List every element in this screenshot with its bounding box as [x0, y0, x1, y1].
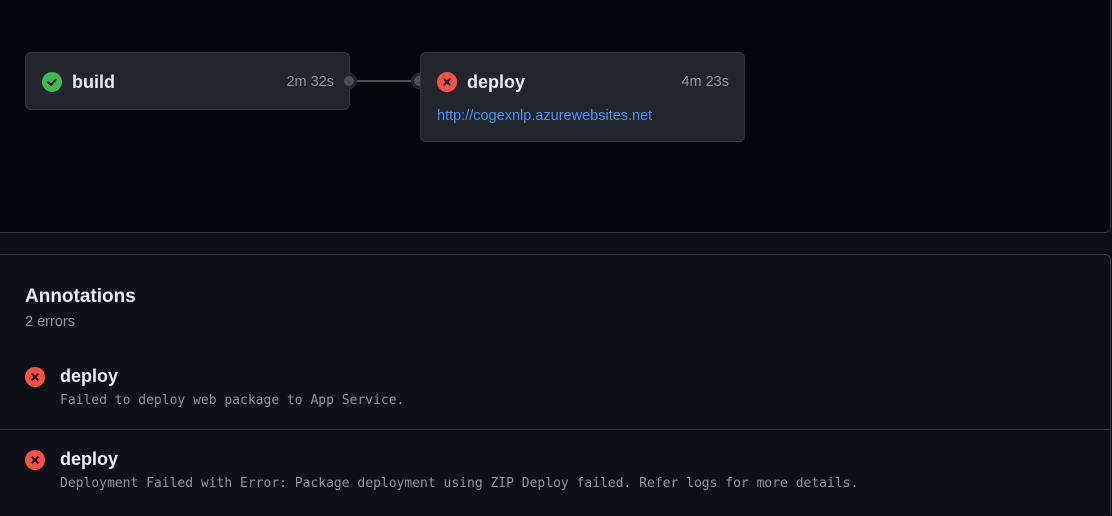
job-name[interactable]: deploy [467, 72, 681, 93]
job-duration: 4m 23s [681, 74, 729, 90]
annotation-message: Failed to deploy web package to App Serv… [60, 393, 405, 408]
x-circle-icon [25, 367, 45, 387]
deployment-url-link[interactable]: http://cogexnlp.azurewebsites.net [437, 108, 652, 124]
annotations-count: 2 errors [25, 314, 75, 330]
annotations-title: Annotations [25, 286, 136, 307]
check-circle-icon [42, 72, 62, 92]
annotations-section: Annotations 2 errors deploy Failed to de… [0, 254, 1111, 514]
workflow-graph: build 2m 32s deploy 4m 23s http://cogexn… [0, 0, 1111, 233]
job-duration: 2m 32s [286, 74, 334, 90]
job-header: deploy 4m 23s [437, 71, 729, 93]
x-circle-icon [25, 450, 45, 470]
x-circle-icon [437, 72, 457, 92]
annotation-item[interactable]: deploy Deployment Failed with Error: Pac… [0, 429, 1110, 516]
job-header: build 2m 32s [42, 71, 334, 93]
annotation-job-name[interactable]: deploy [60, 366, 118, 387]
annotation-message: Deployment Failed with Error: Package de… [60, 476, 859, 491]
annotation-job-name[interactable]: deploy [60, 449, 118, 470]
connector-dot-out [341, 73, 357, 89]
job-card-deploy[interactable]: deploy 4m 23s http://cogexnlp.azurewebsi… [420, 52, 745, 142]
annotation-item[interactable]: deploy Failed to deploy web package to A… [0, 355, 1110, 429]
job-name[interactable]: build [72, 72, 286, 93]
job-card-build[interactable]: build 2m 32s [25, 52, 350, 110]
